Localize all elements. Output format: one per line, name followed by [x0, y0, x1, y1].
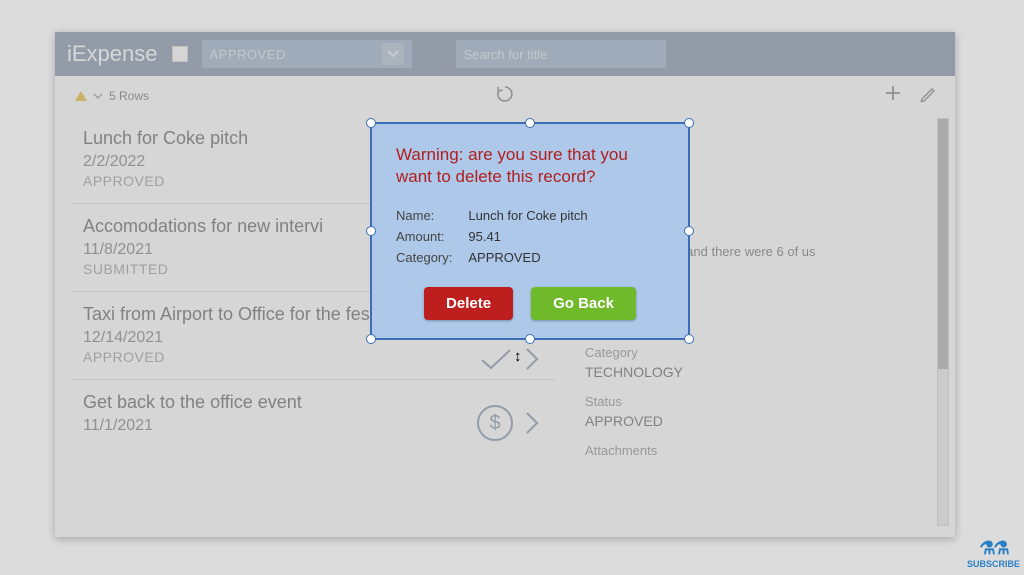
item-date: 11/1/2021 — [83, 417, 545, 435]
check-icon — [479, 347, 513, 371]
dialog-name-value: Lunch for Coke pitch — [468, 208, 587, 223]
dialog-name-label: Name: — [396, 208, 468, 223]
delete-confirm-dialog: Warning: are you sure that you want to d… — [370, 122, 690, 340]
dialog-category-label: Category: — [396, 250, 468, 265]
row-count: 5 Rows — [75, 89, 149, 103]
chevron-down-icon — [93, 91, 103, 101]
scrollbar-thumb[interactable] — [938, 119, 948, 369]
dialog-amount-value: 95.41 — [468, 229, 587, 244]
dialog-warning: Warning: are you sure that you want to d… — [396, 144, 664, 188]
resize-cursor-icon: ↕ — [514, 348, 522, 365]
resize-handle[interactable] — [684, 118, 694, 128]
chevron-down-icon — [382, 43, 404, 65]
delete-button[interactable]: Delete — [424, 287, 513, 320]
item-title: Get back to the office event — [83, 392, 545, 413]
filter-checkbox[interactable] — [172, 46, 188, 62]
item-status: APPROVED — [83, 349, 545, 365]
edit-button[interactable] — [919, 84, 937, 108]
resize-handle[interactable] — [525, 118, 535, 128]
filter-dropdown[interactable]: APPROVED — [202, 40, 412, 68]
dialog-amount-label: Amount: — [396, 229, 468, 244]
add-button[interactable] — [883, 83, 903, 109]
search-input[interactable] — [456, 40, 666, 68]
refresh-button[interactable] — [495, 84, 515, 109]
toolbar: 5 Rows — [55, 76, 955, 116]
go-back-button[interactable]: Go Back — [531, 287, 636, 320]
detail-attachments-label: Attachments — [585, 443, 935, 458]
detail-category-value: TECHNOLOGY — [585, 364, 935, 380]
scrollbar[interactable] — [937, 118, 949, 526]
list-item[interactable]: Get back to the office event 11/1/2021 $ — [73, 379, 555, 449]
resize-handle[interactable] — [366, 118, 376, 128]
resize-handle[interactable] — [366, 226, 376, 236]
filter-value: APPROVED — [210, 47, 286, 62]
warning-icon — [75, 91, 87, 101]
subscribe-badge[interactable]: ⚗⚗ SUBSCRIBE — [967, 538, 1020, 569]
detail-status-value: APPROVED — [585, 413, 935, 429]
header-bar: iExpense APPROVED — [55, 32, 955, 76]
app-title: iExpense — [67, 41, 158, 67]
detail-category-label: Category — [585, 345, 935, 360]
dna-icon: ⚗⚗ — [979, 538, 1007, 559]
dialog-details: Name: Lunch for Coke pitch Amount: 95.41… — [396, 202, 588, 271]
dollar-icon: $ — [477, 405, 513, 441]
dialog-category-value: APPROVED — [468, 250, 587, 265]
chevron-right-icon[interactable] — [525, 347, 539, 371]
chevron-right-icon[interactable] — [525, 411, 539, 435]
detail-status-label: Status — [585, 394, 935, 409]
